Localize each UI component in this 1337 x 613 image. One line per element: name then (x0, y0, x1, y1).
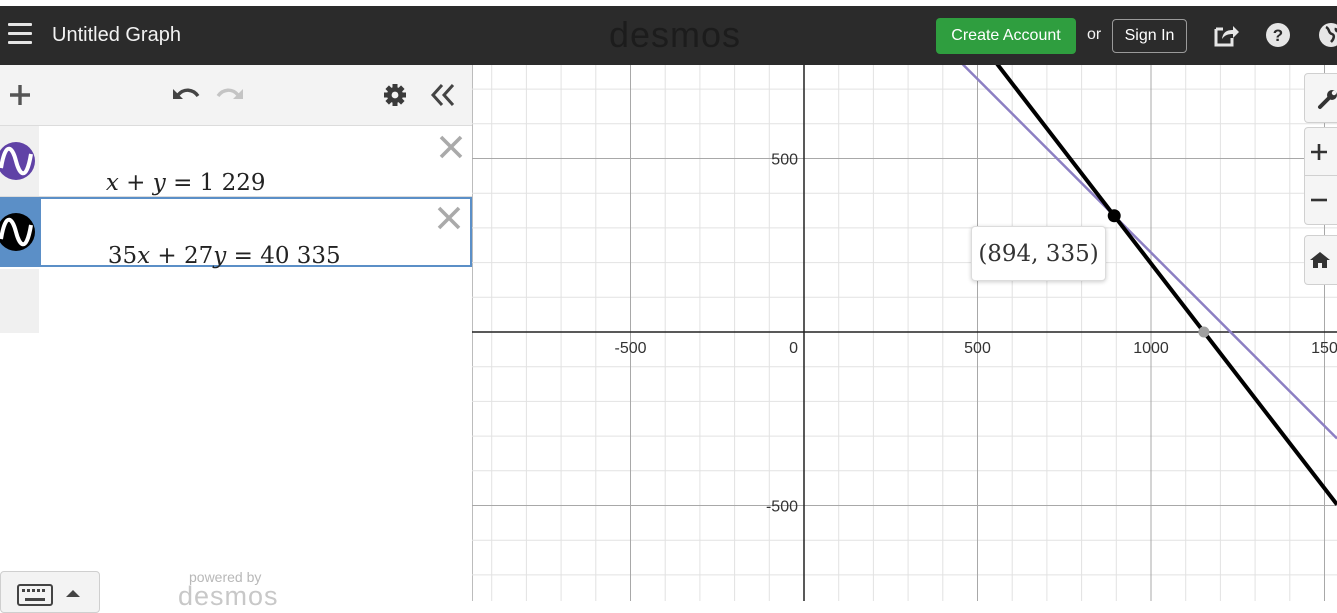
zoom-in-button[interactable] (1304, 127, 1337, 177)
keyboard-toggle-button[interactable] (0, 571, 100, 613)
delete-expression-icon[interactable] (438, 134, 464, 160)
settings-gear-icon[interactable] (382, 82, 408, 108)
svg-text:?: ? (1273, 26, 1283, 45)
wrench-icon (1318, 90, 1337, 109)
undo-icon[interactable] (169, 83, 201, 107)
home-icon (1310, 252, 1330, 268)
expression-row-selected[interactable]: 35x + 27y = 40 335 (0, 197, 472, 269)
intersection-point (1107, 209, 1121, 223)
graph-title[interactable]: Untitled Graph (52, 24, 181, 47)
x-tick-label: 500 (964, 340, 991, 357)
x-intercept-point (1198, 326, 1210, 338)
globe-icon[interactable] (1317, 21, 1337, 49)
powered-by-desmos-logo: desmos (178, 581, 279, 611)
plus-icon (1311, 144, 1327, 160)
y-tick-label: -500 (766, 499, 798, 516)
plot-line (995, 65, 1337, 506)
home-view-button[interactable] (1304, 235, 1337, 285)
collapse-sidebar-icon[interactable] (429, 82, 457, 108)
keyboard-icon (17, 584, 53, 606)
minus-icon (1311, 198, 1327, 202)
x-tick-label: -500 (614, 340, 646, 357)
graph-settings-button[interactable] (1304, 73, 1337, 123)
header-bar: Untitled Graph desmos Create Account or … (0, 6, 1337, 65)
x-tick-label: 150 (1311, 340, 1337, 357)
expression-color-wave-icon[interactable] (0, 141, 36, 181)
delete-expression-icon[interactable] (436, 205, 462, 231)
graph-plot[interactable]: -500 0 500 1000 150 500 -500 (472, 65, 1337, 601)
sign-in-button[interactable]: Sign In (1112, 19, 1187, 53)
zoom-out-button[interactable] (1304, 175, 1337, 225)
expression-tab[interactable] (0, 197, 41, 267)
x-tick-label: 0 (789, 340, 798, 357)
desmos-logo: desmos (609, 14, 742, 55)
create-account-button[interactable]: Create Account (936, 18, 1076, 54)
chevron-up-icon (66, 590, 80, 597)
graph-canvas[interactable]: -500 0 500 1000 150 500 -500 (894, 335) (472, 65, 1337, 601)
share-icon[interactable] (1212, 21, 1240, 49)
y-tick-label: 500 (771, 152, 798, 169)
new-expression-row[interactable] (0, 269, 39, 333)
x-tick-label: 1000 (1133, 340, 1169, 357)
expression-sidebar: x + y = 1 229 35x + 27y = 40 335 powered… (0, 65, 473, 613)
expression-toolbar (0, 65, 472, 126)
hamburger-menu-icon[interactable] (8, 23, 32, 45)
add-expression-icon[interactable] (8, 83, 32, 107)
plot-line (961, 65, 1337, 440)
expression-tab[interactable] (0, 126, 39, 196)
expression-row[interactable]: x + y = 1 229 (0, 126, 472, 197)
intersection-point-label[interactable]: (894, 335) (971, 226, 1106, 281)
expression-latex[interactable]: 35x + 27y = 40 335 (64, 217, 341, 295)
expression-color-wave-icon[interactable] (0, 212, 36, 252)
redo-icon[interactable] (215, 83, 247, 107)
or-label: or (1087, 26, 1102, 43)
help-icon[interactable]: ? (1264, 21, 1292, 49)
